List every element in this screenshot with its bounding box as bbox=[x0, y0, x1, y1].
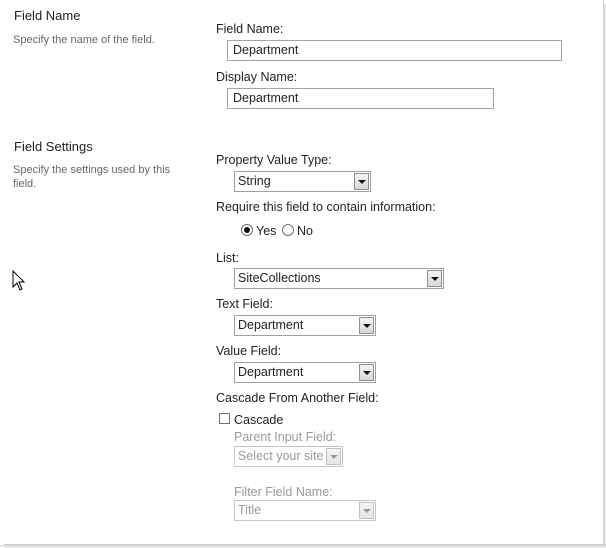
section-title-field-settings: Field Settings bbox=[14, 139, 93, 154]
cascade-checkbox[interactable] bbox=[219, 413, 230, 424]
frame-shadow bbox=[4, 544, 606, 548]
require-no-radio[interactable] bbox=[282, 224, 294, 236]
text-field-select[interactable]: Department bbox=[234, 315, 376, 336]
section-description-field-name: Specify the name of the field. bbox=[13, 34, 155, 46]
chevron-down-icon[interactable] bbox=[359, 364, 374, 381]
filter-field-name-value: Title bbox=[238, 503, 262, 517]
display-name-input[interactable]: Department bbox=[227, 88, 494, 109]
value-field-value: Department bbox=[238, 365, 304, 379]
require-no-label: No bbox=[297, 224, 313, 238]
radio-selected-dot bbox=[244, 227, 250, 233]
cascade-section-label: Cascade From Another Field: bbox=[216, 391, 379, 405]
parent-input-field-select[interactable]: Select your site bbox=[234, 446, 343, 467]
property-value-type-select[interactable]: String bbox=[234, 171, 371, 192]
field-name-label: Field Name: bbox=[216, 22, 284, 36]
chevron-down-icon[interactable] bbox=[359, 502, 374, 519]
filter-field-name-select[interactable]: Title bbox=[234, 500, 376, 521]
property-value-type-value: String bbox=[238, 174, 271, 188]
list-value: SiteCollections bbox=[238, 271, 321, 285]
text-field-label: Text Field: bbox=[216, 297, 273, 311]
section-description-field-settings: Specify the settings used by this field. bbox=[13, 164, 171, 190]
section-title-field-name: Field Name bbox=[14, 8, 81, 23]
value-field-select[interactable]: Department bbox=[234, 362, 376, 383]
value-field-label: Value Field: bbox=[216, 344, 282, 358]
chevron-down-icon[interactable] bbox=[359, 317, 374, 334]
parent-input-field-label: Parent Input Field: bbox=[234, 430, 337, 444]
display-name-label: Display Name: bbox=[216, 70, 298, 84]
mouse-pointer-icon bbox=[12, 270, 26, 291]
cascade-checkbox-label: Cascade bbox=[234, 413, 284, 427]
filter-field-name-label: Filter Field Name: bbox=[234, 485, 333, 499]
field-name-input[interactable]: Department bbox=[227, 40, 562, 61]
require-yes-radio[interactable] bbox=[241, 224, 253, 236]
chevron-down-icon[interactable] bbox=[326, 448, 341, 465]
text-field-value: Department bbox=[238, 318, 304, 332]
property-value-type-label: Property Value Type: bbox=[216, 153, 332, 167]
chevron-down-icon[interactable] bbox=[354, 173, 369, 190]
list-label: List: bbox=[216, 251, 239, 265]
list-select[interactable]: SiteCollections bbox=[234, 268, 444, 289]
require-yes-label: Yes bbox=[256, 224, 277, 238]
require-field-label: Require this field to contain informatio… bbox=[216, 200, 436, 214]
parent-input-field-value: Select your site bbox=[238, 449, 324, 463]
chevron-down-icon[interactable] bbox=[427, 270, 442, 287]
